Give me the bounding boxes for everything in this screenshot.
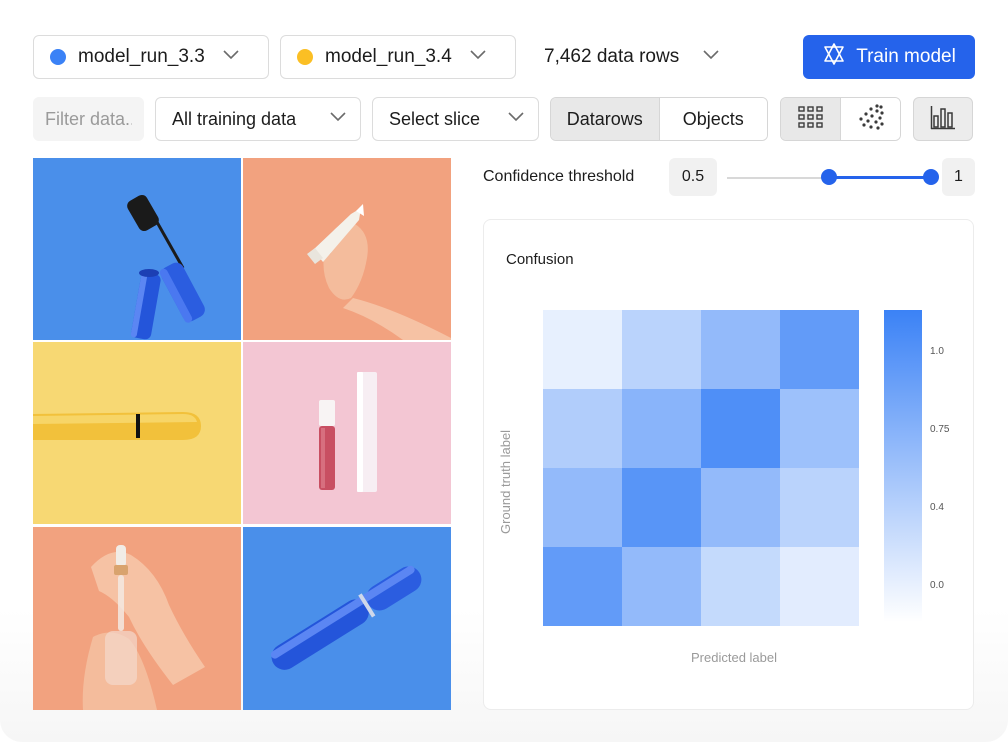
confidence-slider-max-handle[interactable] [923,169,939,185]
grid-view-button[interactable] [781,98,841,140]
grid-icon [797,105,824,133]
slice-value: Select slice [389,108,481,129]
confusion-card: Confusion 1.0 0.75 0.4 0.0 Ground truth … [483,219,974,710]
thumbnail-hand-tube[interactable] [243,158,451,340]
scatter-icon [857,103,885,135]
heatmap-cell[interactable] [701,468,780,547]
thumbnail-lipstick-pen[interactable] [33,342,241,524]
training-data-select[interactable]: All training data [155,97,361,141]
heatmap-cell[interactable] [543,310,622,389]
heatmap-cell[interactable] [780,547,859,626]
heatmap-cell[interactable] [701,547,780,626]
heatmap-cell[interactable] [622,310,701,389]
view-toggle [780,97,901,141]
heatmap-cell[interactable] [622,468,701,547]
colorbar-tick: 1.0 [930,346,944,357]
chevron-down-icon [703,50,719,64]
confidence-slider-range [829,176,931,179]
heatmap-cell[interactable] [622,547,701,626]
thumbnail-lip-gloss[interactable] [243,342,451,524]
colorbar-tick: 0.75 [930,424,950,435]
confidence-threshold-label: Confidence threshold [483,168,635,185]
filter-input[interactable] [33,97,144,141]
y-axis-label: Ground truth label [498,429,513,534]
bar-chart-icon [930,104,956,135]
slice-select[interactable]: Select slice [372,97,539,141]
colorbar-tick: 0.4 [930,502,944,513]
thumbnail-mascara[interactable] [33,158,241,340]
chevron-down-icon [508,112,524,126]
thumbnail-dropper[interactable] [33,527,241,710]
model-select-1[interactable]: model_run_3.3 [33,35,269,79]
confidence-max-value[interactable]: 1 [942,158,975,196]
model-select-2[interactable]: model_run_3.4 [280,35,516,79]
heatmap-cell[interactable] [543,389,622,468]
heatmap-cell[interactable] [780,468,859,547]
chevron-down-icon [223,50,239,64]
thumbnail-blue-mascara[interactable] [243,527,451,710]
tab-objects[interactable]: Objects [659,98,767,140]
model-color-dot [50,49,66,65]
model-name: model_run_3.4 [325,46,452,67]
heatmap-cell[interactable] [622,389,701,468]
heatmap-cell[interactable] [543,547,622,626]
heatmap-cell[interactable] [701,310,780,389]
model-name: model_run_3.3 [78,46,205,67]
mode-toggle: Datarows Objects [550,97,768,141]
train-model-label: Train model [856,46,956,67]
tab-datarows[interactable]: Datarows [551,98,660,140]
hand-tube-image [243,158,451,340]
colorbar [884,310,922,622]
scatter-view-button[interactable] [841,98,900,140]
colorbar-tick: 0.0 [930,580,944,591]
chart-view-button[interactable] [913,97,973,141]
heatmap-cell[interactable] [780,310,859,389]
model-color-dot [297,49,313,65]
confusion-heatmap [543,310,922,626]
train-model-button[interactable]: Train model [803,35,975,79]
dropper-image [33,527,241,710]
chevron-down-icon [470,50,486,64]
x-axis-label: Predicted label [691,650,777,665]
lip-gloss-image [243,342,451,524]
blue-mascara-image [243,527,451,710]
confidence-min-value[interactable]: 0.5 [669,158,717,196]
heatmap-cell[interactable] [543,468,622,547]
app-frame: model_run_3.3 model_run_3.4 7,462 data r… [0,0,1008,742]
heatmap-cell[interactable] [780,389,859,468]
data-rows-select[interactable]: 7,462 data rows [544,35,719,79]
training-data-value: All training data [172,108,297,129]
confidence-slider-min-handle[interactable] [821,169,837,185]
lipstick-pen-image [33,342,241,524]
chevron-down-icon [330,112,346,126]
mascara-image [33,158,241,340]
data-rows-count: 7,462 data rows [544,46,680,67]
train-icon [822,42,846,72]
heatmap-cell[interactable] [701,389,780,468]
